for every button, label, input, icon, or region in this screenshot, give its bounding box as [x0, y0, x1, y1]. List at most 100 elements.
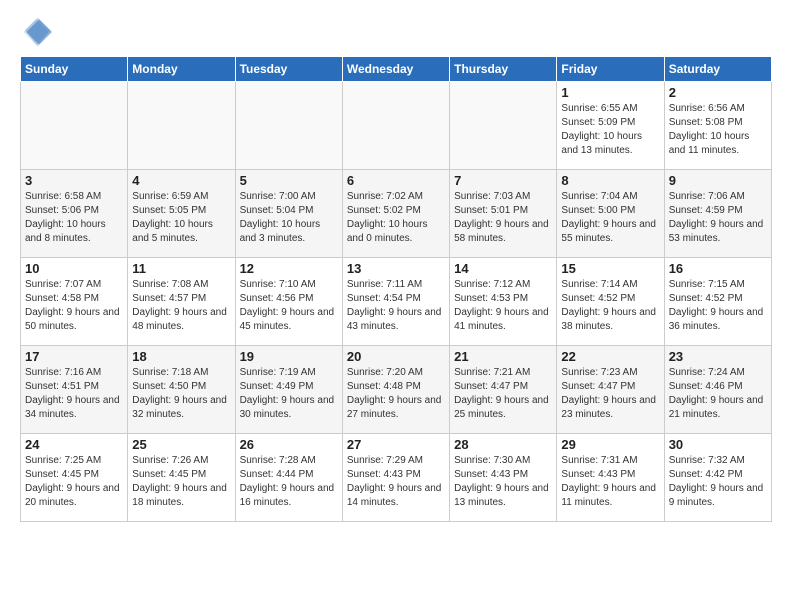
- cell-text: Sunset: 5:09 PM: [561, 116, 659, 130]
- cell-text: Sunrise: 7:11 AM: [347, 278, 445, 292]
- day-number: 14: [454, 261, 552, 276]
- calendar-cell: 1Sunrise: 6:55 AMSunset: 5:09 PMDaylight…: [557, 82, 664, 170]
- day-number: 17: [25, 349, 123, 364]
- day-number: 16: [669, 261, 767, 276]
- calendar-cell: 22Sunrise: 7:23 AMSunset: 4:47 PMDayligh…: [557, 346, 664, 434]
- weekday-header-tuesday: Tuesday: [235, 57, 342, 82]
- calendar-cell: [235, 82, 342, 170]
- cell-text: Sunrise: 6:59 AM: [132, 190, 230, 204]
- cell-text: Sunrise: 7:28 AM: [240, 454, 338, 468]
- cell-text: Sunset: 5:02 PM: [347, 204, 445, 218]
- day-number: 30: [669, 437, 767, 452]
- cell-text: Daylight: 9 hours and 53 minutes.: [669, 218, 767, 246]
- cell-text: Sunset: 4:43 PM: [347, 468, 445, 482]
- cell-text: Sunrise: 7:08 AM: [132, 278, 230, 292]
- cell-text: Sunrise: 7:19 AM: [240, 366, 338, 380]
- cell-text: Daylight: 10 hours and 11 minutes.: [669, 130, 767, 158]
- calendar-cell: 25Sunrise: 7:26 AMSunset: 4:45 PMDayligh…: [128, 434, 235, 522]
- cell-text: Daylight: 9 hours and 55 minutes.: [561, 218, 659, 246]
- cell-text: Sunrise: 7:21 AM: [454, 366, 552, 380]
- cell-text: Daylight: 9 hours and 13 minutes.: [454, 482, 552, 510]
- cell-text: Daylight: 9 hours and 11 minutes.: [561, 482, 659, 510]
- day-number: 23: [669, 349, 767, 364]
- cell-text: Daylight: 9 hours and 16 minutes.: [240, 482, 338, 510]
- cell-text: Daylight: 9 hours and 9 minutes.: [669, 482, 767, 510]
- cell-text: Sunrise: 7:14 AM: [561, 278, 659, 292]
- calendar-cell: 18Sunrise: 7:18 AMSunset: 4:50 PMDayligh…: [128, 346, 235, 434]
- cell-text: Sunset: 4:42 PM: [669, 468, 767, 482]
- cell-text: Daylight: 10 hours and 3 minutes.: [240, 218, 338, 246]
- logo: [20, 16, 56, 48]
- cell-text: Daylight: 9 hours and 38 minutes.: [561, 306, 659, 334]
- cell-text: Sunset: 4:58 PM: [25, 292, 123, 306]
- cell-text: Sunrise: 7:24 AM: [669, 366, 767, 380]
- calendar-cell: 15Sunrise: 7:14 AMSunset: 4:52 PMDayligh…: [557, 258, 664, 346]
- calendar-week-5: 24Sunrise: 7:25 AMSunset: 4:45 PMDayligh…: [21, 434, 772, 522]
- calendar-cell: [21, 82, 128, 170]
- calendar-cell: 28Sunrise: 7:30 AMSunset: 4:43 PMDayligh…: [450, 434, 557, 522]
- cell-text: Daylight: 9 hours and 18 minutes.: [132, 482, 230, 510]
- calendar-cell: 6Sunrise: 7:02 AMSunset: 5:02 PMDaylight…: [342, 170, 449, 258]
- weekday-header-monday: Monday: [128, 57, 235, 82]
- day-number: 20: [347, 349, 445, 364]
- cell-text: Sunset: 4:49 PM: [240, 380, 338, 394]
- day-number: 24: [25, 437, 123, 452]
- cell-text: Sunrise: 7:26 AM: [132, 454, 230, 468]
- cell-text: Sunrise: 7:20 AM: [347, 366, 445, 380]
- cell-text: Sunrise: 7:23 AM: [561, 366, 659, 380]
- day-number: 21: [454, 349, 552, 364]
- cell-text: Sunset: 4:45 PM: [132, 468, 230, 482]
- day-number: 8: [561, 173, 659, 188]
- day-number: 9: [669, 173, 767, 188]
- cell-text: Sunrise: 7:03 AM: [454, 190, 552, 204]
- calendar-cell: 3Sunrise: 6:58 AMSunset: 5:06 PMDaylight…: [21, 170, 128, 258]
- day-number: 2: [669, 85, 767, 100]
- calendar-cell: 16Sunrise: 7:15 AMSunset: 4:52 PMDayligh…: [664, 258, 771, 346]
- cell-text: Daylight: 10 hours and 0 minutes.: [347, 218, 445, 246]
- cell-text: Daylight: 9 hours and 45 minutes.: [240, 306, 338, 334]
- calendar-cell: [342, 82, 449, 170]
- day-number: 13: [347, 261, 445, 276]
- cell-text: Sunrise: 7:31 AM: [561, 454, 659, 468]
- cell-text: Sunset: 4:46 PM: [669, 380, 767, 394]
- calendar-cell: 13Sunrise: 7:11 AMSunset: 4:54 PMDayligh…: [342, 258, 449, 346]
- calendar-cell: 12Sunrise: 7:10 AMSunset: 4:56 PMDayligh…: [235, 258, 342, 346]
- calendar-cell: 30Sunrise: 7:32 AMSunset: 4:42 PMDayligh…: [664, 434, 771, 522]
- cell-text: Daylight: 10 hours and 8 minutes.: [25, 218, 123, 246]
- cell-text: Daylight: 10 hours and 13 minutes.: [561, 130, 659, 158]
- cell-text: Sunset: 4:52 PM: [561, 292, 659, 306]
- calendar-cell: 9Sunrise: 7:06 AMSunset: 4:59 PMDaylight…: [664, 170, 771, 258]
- cell-text: Sunset: 4:52 PM: [669, 292, 767, 306]
- calendar-week-1: 1Sunrise: 6:55 AMSunset: 5:09 PMDaylight…: [21, 82, 772, 170]
- calendar-cell: 24Sunrise: 7:25 AMSunset: 4:45 PMDayligh…: [21, 434, 128, 522]
- calendar-cell: 14Sunrise: 7:12 AMSunset: 4:53 PMDayligh…: [450, 258, 557, 346]
- cell-text: Sunset: 4:47 PM: [561, 380, 659, 394]
- cell-text: Sunset: 4:44 PM: [240, 468, 338, 482]
- day-number: 19: [240, 349, 338, 364]
- weekday-header-wednesday: Wednesday: [342, 57, 449, 82]
- cell-text: Sunrise: 7:25 AM: [25, 454, 123, 468]
- calendar-cell: 4Sunrise: 6:59 AMSunset: 5:05 PMDaylight…: [128, 170, 235, 258]
- day-number: 29: [561, 437, 659, 452]
- cell-text: Sunrise: 7:10 AM: [240, 278, 338, 292]
- calendar-week-3: 10Sunrise: 7:07 AMSunset: 4:58 PMDayligh…: [21, 258, 772, 346]
- cell-text: Daylight: 9 hours and 50 minutes.: [25, 306, 123, 334]
- cell-text: Daylight: 9 hours and 27 minutes.: [347, 394, 445, 422]
- cell-text: Daylight: 9 hours and 30 minutes.: [240, 394, 338, 422]
- calendar-cell: 10Sunrise: 7:07 AMSunset: 4:58 PMDayligh…: [21, 258, 128, 346]
- cell-text: Daylight: 9 hours and 20 minutes.: [25, 482, 123, 510]
- cell-text: Sunrise: 6:56 AM: [669, 102, 767, 116]
- cell-text: Sunrise: 7:12 AM: [454, 278, 552, 292]
- weekday-header-thursday: Thursday: [450, 57, 557, 82]
- day-number: 6: [347, 173, 445, 188]
- cell-text: Sunset: 4:59 PM: [669, 204, 767, 218]
- calendar-cell: 20Sunrise: 7:20 AMSunset: 4:48 PMDayligh…: [342, 346, 449, 434]
- calendar-cell: 7Sunrise: 7:03 AMSunset: 5:01 PMDaylight…: [450, 170, 557, 258]
- calendar-cell: 17Sunrise: 7:16 AMSunset: 4:51 PMDayligh…: [21, 346, 128, 434]
- calendar-cell: 21Sunrise: 7:21 AMSunset: 4:47 PMDayligh…: [450, 346, 557, 434]
- calendar-cell: 2Sunrise: 6:56 AMSunset: 5:08 PMDaylight…: [664, 82, 771, 170]
- calendar-week-2: 3Sunrise: 6:58 AMSunset: 5:06 PMDaylight…: [21, 170, 772, 258]
- calendar-cell: 11Sunrise: 7:08 AMSunset: 4:57 PMDayligh…: [128, 258, 235, 346]
- cell-text: Sunset: 5:05 PM: [132, 204, 230, 218]
- day-number: 4: [132, 173, 230, 188]
